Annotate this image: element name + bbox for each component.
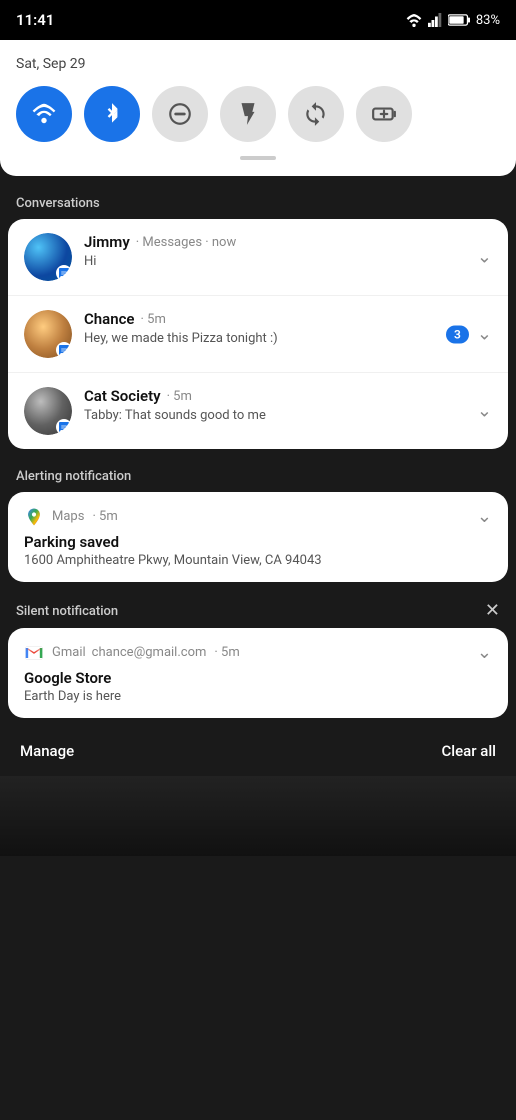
bottom-blurred-area <box>0 776 516 856</box>
status-time: 11:41 <box>16 11 54 29</box>
conversations-card: Jimmy · Messages · now Hi ⌄ Chance · 5m <box>8 219 508 449</box>
conv-msg-cat-society: Tabby: That sounds good to me <box>84 408 492 423</box>
conversation-chance[interactable]: Chance · 5m Hey, we made this Pizza toni… <box>8 296 508 373</box>
conv-msg-jimmy: Hi <box>84 254 492 269</box>
avatar-jimmy <box>24 233 72 281</box>
chevron-down-icon-jimmy[interactable]: ⌄ <box>477 247 492 268</box>
wifi-toggle[interactable] <box>16 86 72 142</box>
conv-content-chance: Chance · 5m Hey, we made this Pizza toni… <box>84 310 492 346</box>
bottom-bar: Manage Clear all <box>0 726 516 776</box>
chevron-down-icon-cat[interactable]: ⌄ <box>477 401 492 422</box>
chevron-down-icon-gmail[interactable]: ⌄ <box>477 642 492 663</box>
conv-name-chance: Chance <box>84 310 135 328</box>
conv-name-cat-society: Cat Society <box>84 387 161 405</box>
maps-app-name: Maps <box>52 509 84 524</box>
qs-buttons <box>16 86 500 142</box>
status-bar: 11:41 83% <box>0 0 516 40</box>
messages-app-badge <box>56 265 72 281</box>
alerting-label: Alerting notification <box>0 457 516 492</box>
maps-icon <box>24 507 44 527</box>
maps-app-info: Maps · 5m <box>24 507 118 527</box>
messages-app-badge-chance <box>56 342 72 358</box>
signal-status-icon <box>428 13 442 27</box>
wifi-status-icon <box>406 13 422 27</box>
conv-header-cat-society: Cat Society · 5m <box>84 387 492 405</box>
gmail-email: chance@gmail.com <box>92 645 207 660</box>
gmail-time: · 5m <box>214 645 239 660</box>
conv-msg-chance: Hey, we made this Pizza tonight :) <box>84 331 492 346</box>
conv-actions-cat-society: ⌄ <box>477 401 492 422</box>
clear-all-button[interactable]: Clear all <box>442 742 497 760</box>
silent-card: Gmail chance@gmail.com · 5m ⌄ Google Sto… <box>8 628 508 718</box>
dnd-icon <box>167 101 193 127</box>
conv-meta-chance: · 5m <box>141 312 166 327</box>
silent-label: Silent notification <box>16 604 118 619</box>
unread-badge-chance: 3 <box>446 325 469 343</box>
maps-notification[interactable]: Maps · 5m ⌄ Parking saved 1600 Amphithea… <box>8 492 508 582</box>
dnd-toggle[interactable] <box>152 86 208 142</box>
bluetooth-icon <box>99 101 125 127</box>
battery-status-icon <box>448 13 470 27</box>
battery-saver-toggle[interactable] <box>356 86 412 142</box>
qs-date: Sat, Sep 29 <box>16 56 500 72</box>
maps-app-row: Maps · 5m ⌄ <box>24 506 492 527</box>
messages-app-badge-cat <box>56 419 72 435</box>
conversations-label: Conversations <box>0 184 516 219</box>
conv-content-cat-society: Cat Society · 5m Tabby: That sounds good… <box>84 387 492 423</box>
status-icons: 83% <box>406 13 500 28</box>
conversation-jimmy[interactable]: Jimmy · Messages · now Hi ⌄ <box>8 219 508 296</box>
quick-settings-panel: Sat, Sep 29 <box>0 40 516 176</box>
gmail-icon <box>24 643 44 663</box>
flashlight-toggle[interactable] <box>220 86 276 142</box>
conv-header-jimmy: Jimmy · Messages · now <box>84 233 492 251</box>
conv-actions-jimmy: ⌄ <box>477 247 492 268</box>
qs-drag-handle[interactable] <box>240 156 276 160</box>
gmail-notif-body: Earth Day is here <box>24 689 492 704</box>
conv-name-jimmy: Jimmy <box>84 233 130 251</box>
conv-header-chance: Chance · 5m <box>84 310 492 328</box>
conversation-cat-society[interactable]: Cat Society · 5m Tabby: That sounds good… <box>8 373 508 449</box>
avatar-chance <box>24 310 72 358</box>
silent-section-header: Silent notification ✕ <box>0 590 516 628</box>
rotate-icon <box>303 101 329 127</box>
gmail-app-row: Gmail chance@gmail.com · 5m ⌄ <box>24 642 492 663</box>
chevron-down-icon-maps[interactable]: ⌄ <box>477 506 492 527</box>
gmail-app-name: Gmail <box>52 645 86 660</box>
wifi-icon <box>31 101 57 127</box>
battery-plus-icon <box>371 101 397 127</box>
manage-button[interactable]: Manage <box>20 742 74 760</box>
bluetooth-toggle[interactable] <box>84 86 140 142</box>
conv-actions-chance: 3 ⌄ <box>446 324 492 345</box>
conv-meta-cat-society: · 5m <box>167 389 192 404</box>
conv-meta-jimmy: · Messages · now <box>136 235 236 250</box>
gmail-notif-title: Google Store <box>24 669 492 687</box>
maps-time: · 5m <box>92 509 117 524</box>
conv-content-jimmy: Jimmy · Messages · now Hi <box>84 233 492 269</box>
gmail-app-info: Gmail chance@gmail.com · 5m <box>24 643 240 663</box>
battery-percent: 83% <box>476 13 500 28</box>
flashlight-icon <box>235 101 261 127</box>
maps-notif-title: Parking saved <box>24 533 492 551</box>
close-silent-button[interactable]: ✕ <box>485 602 500 620</box>
alerting-card: Maps · 5m ⌄ Parking saved 1600 Amphithea… <box>8 492 508 582</box>
chevron-down-icon-chance[interactable]: ⌄ <box>477 324 492 345</box>
autorotate-toggle[interactable] <box>288 86 344 142</box>
maps-notif-body: 1600 Amphitheatre Pkwy, Mountain View, C… <box>24 553 492 568</box>
gmail-notification[interactable]: Gmail chance@gmail.com · 5m ⌄ Google Sto… <box>8 628 508 718</box>
avatar-cat-society <box>24 387 72 435</box>
